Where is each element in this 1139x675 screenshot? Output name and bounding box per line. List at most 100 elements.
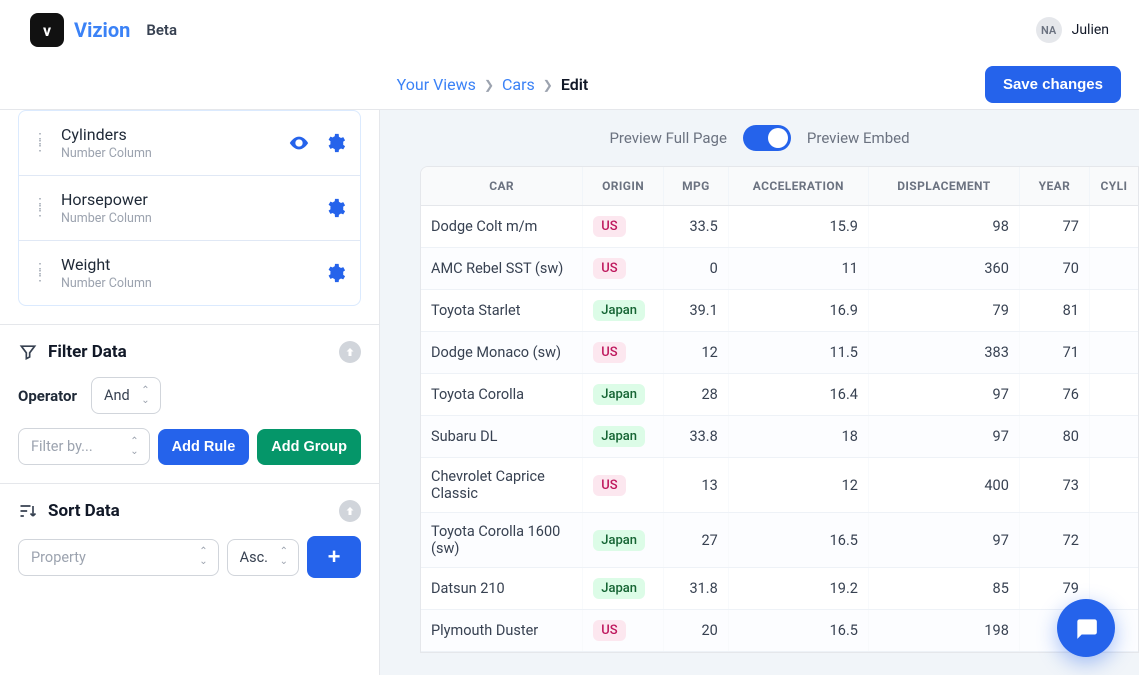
cell-year: 77 bbox=[1019, 206, 1089, 248]
column-actions bbox=[288, 132, 346, 154]
table-row[interactable]: Toyota CorollaJapan2816.49776 bbox=[421, 374, 1138, 416]
drag-handle-icon[interactable]: ⋮⋮ bbox=[33, 136, 47, 150]
user-menu[interactable]: NA Julien bbox=[1036, 17, 1109, 43]
cell-car: Plymouth Duster bbox=[421, 610, 583, 652]
collapse-filter-button[interactable] bbox=[339, 341, 361, 363]
table-row[interactable]: Chevrolet Caprice ClassicUS131240073 bbox=[421, 458, 1138, 513]
chat-icon bbox=[1073, 615, 1099, 641]
breadcrumb-parent[interactable]: Cars bbox=[502, 75, 535, 94]
cell-disp: 97 bbox=[868, 513, 1019, 568]
drag-handle-icon[interactable]: ⋮⋮ bbox=[33, 266, 47, 280]
column-card[interactable]: ⋮⋮ HorsepowerNumber Column bbox=[19, 176, 360, 241]
preview-toggle[interactable] bbox=[743, 125, 791, 151]
cell-car: AMC Rebel SST (sw) bbox=[421, 248, 583, 290]
sort-section-title: Sort Data bbox=[48, 501, 329, 521]
cell-year: 73 bbox=[1019, 458, 1089, 513]
column-header[interactable]: CYLI bbox=[1089, 167, 1138, 206]
table-header-row: CARORIGINMPGACCELERATIONDISPLACEMENTYEAR… bbox=[421, 167, 1138, 206]
column-card[interactable]: ⋮⋮CylindersNumber Column bbox=[19, 111, 360, 176]
subheader: Your Views ❯ Cars ❯ Edit Save changes bbox=[0, 60, 1139, 110]
cell-origin: Japan bbox=[583, 416, 664, 458]
user-name: Julien bbox=[1072, 22, 1109, 38]
cell-acc: 16.9 bbox=[728, 290, 868, 332]
column-title: Cylinders bbox=[61, 125, 288, 144]
cell-origin: US bbox=[583, 458, 664, 513]
sort-direction-select[interactable]: Asc. ⌃⌄ bbox=[227, 539, 299, 576]
column-header[interactable]: YEAR bbox=[1019, 167, 1089, 206]
column-info: HorsepowerNumber Column bbox=[61, 190, 324, 226]
chevron-right-icon: ❯ bbox=[543, 78, 553, 92]
cell-car: Dodge Colt m/m bbox=[421, 206, 583, 248]
cell-acc: 11.5 bbox=[728, 332, 868, 374]
cell-cylinders bbox=[1089, 458, 1138, 513]
add-group-button[interactable]: Add Group bbox=[257, 429, 361, 465]
data-table: CARORIGINMPGACCELERATIONDISPLACEMENTYEAR… bbox=[420, 166, 1139, 653]
chevron-updown-icon: ⌃⌄ bbox=[199, 547, 207, 567]
filter-by-select[interactable]: Filter by... ⌃⌄ bbox=[18, 428, 150, 465]
cell-acc: 19.2 bbox=[728, 568, 868, 610]
add-sort-button[interactable]: + bbox=[307, 536, 361, 578]
cell-mpg: 33.5 bbox=[664, 206, 729, 248]
gear-icon[interactable] bbox=[324, 262, 346, 284]
save-button[interactable]: Save changes bbox=[985, 66, 1121, 103]
brand-beta-badge: Beta bbox=[146, 21, 177, 39]
operator-select[interactable]: And ⌃⌄ bbox=[91, 377, 161, 414]
breadcrumb: Your Views ❯ Cars ❯ Edit bbox=[397, 75, 589, 94]
table-row[interactable]: Toyota Corolla 1600 (sw)Japan2716.59772 bbox=[421, 513, 1138, 568]
cell-year: 80 bbox=[1019, 416, 1089, 458]
cell-mpg: 27 bbox=[664, 513, 729, 568]
cell-car: Toyota Corolla bbox=[421, 374, 583, 416]
cell-year: 71 bbox=[1019, 332, 1089, 374]
cell-car: Chevrolet Caprice Classic bbox=[421, 458, 583, 513]
breadcrumb-current: Edit bbox=[561, 75, 588, 94]
cell-disp: 360 bbox=[868, 248, 1019, 290]
sort-property-placeholder: Property bbox=[31, 549, 86, 566]
cell-acc: 16.4 bbox=[728, 374, 868, 416]
eye-icon[interactable] bbox=[288, 132, 310, 154]
cell-car: Toyota Starlet bbox=[421, 290, 583, 332]
cell-disp: 98 bbox=[868, 206, 1019, 248]
preview-full-label[interactable]: Preview Full Page bbox=[609, 129, 726, 147]
column-header[interactable]: ACCELERATION bbox=[728, 167, 868, 206]
table-row[interactable]: Plymouth DusterUS2016.519874 bbox=[421, 610, 1138, 652]
cell-mpg: 31.8 bbox=[664, 568, 729, 610]
cell-mpg: 28 bbox=[664, 374, 729, 416]
column-header[interactable]: CAR bbox=[421, 167, 583, 206]
cell-disp: 97 bbox=[868, 374, 1019, 416]
cell-acc: 11 bbox=[728, 248, 868, 290]
cell-mpg: 39.1 bbox=[664, 290, 729, 332]
gear-icon[interactable] bbox=[324, 132, 346, 154]
table-row[interactable]: Subaru DLJapan33.8189780 bbox=[421, 416, 1138, 458]
cell-disp: 400 bbox=[868, 458, 1019, 513]
sort-property-select[interactable]: Property ⌃⌄ bbox=[18, 539, 219, 576]
column-card[interactable]: ⋮⋮WeightNumber Column bbox=[19, 241, 360, 305]
collapse-sort-button[interactable] bbox=[339, 500, 361, 522]
column-actions bbox=[324, 197, 346, 219]
brand[interactable]: v Vizion Beta bbox=[30, 13, 177, 47]
gear-icon[interactable] bbox=[324, 197, 346, 219]
add-rule-button[interactable]: Add Rule bbox=[158, 429, 250, 465]
logo-icon: v bbox=[30, 13, 64, 47]
sort-direction-value: Asc. bbox=[240, 549, 268, 566]
column-header[interactable]: MPG bbox=[664, 167, 729, 206]
chevron-updown-icon: ⌃⌄ bbox=[280, 547, 288, 567]
chevron-right-icon: ❯ bbox=[484, 78, 494, 92]
column-header[interactable]: ORIGIN bbox=[583, 167, 664, 206]
preview-embed-label[interactable]: Preview Embed bbox=[807, 129, 910, 147]
column-header[interactable]: DISPLACEMENT bbox=[868, 167, 1019, 206]
cell-mpg: 0 bbox=[664, 248, 729, 290]
table-row[interactable]: Datsun 210Japan31.819.28579 bbox=[421, 568, 1138, 610]
origin-badge: US bbox=[593, 258, 625, 279]
table-row[interactable]: Dodge Monaco (sw)US1211.538371 bbox=[421, 332, 1138, 374]
chat-button[interactable] bbox=[1057, 599, 1115, 657]
sort-icon bbox=[18, 501, 38, 521]
breadcrumb-root[interactable]: Your Views bbox=[397, 75, 476, 94]
table-row[interactable]: Dodge Colt m/mUS33.515.99877 bbox=[421, 206, 1138, 248]
table-row[interactable]: Toyota StarletJapan39.116.97981 bbox=[421, 290, 1138, 332]
cell-disp: 97 bbox=[868, 416, 1019, 458]
cell-disp: 383 bbox=[868, 332, 1019, 374]
cell-cylinders bbox=[1089, 248, 1138, 290]
cell-year: 72 bbox=[1019, 513, 1089, 568]
table-row[interactable]: AMC Rebel SST (sw)US01136070 bbox=[421, 248, 1138, 290]
drag-handle-icon[interactable]: ⋮⋮ bbox=[33, 201, 47, 215]
